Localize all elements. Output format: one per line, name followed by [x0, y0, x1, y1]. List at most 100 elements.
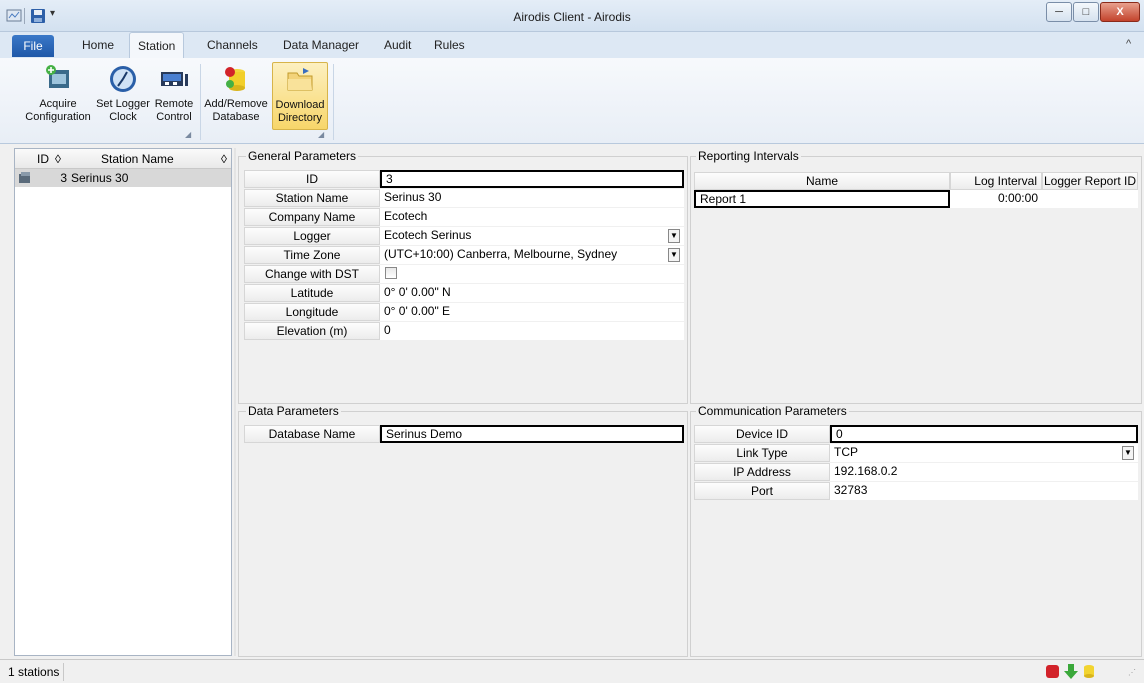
col-id-header[interactable]: ID	[37, 152, 49, 166]
field-label-link-type: Link Type	[694, 444, 830, 462]
time-zone-select[interactable]: (UTC+10:00) Canberra, Melbourne, Sydney	[380, 246, 684, 264]
folder-icon	[287, 68, 313, 91]
download-directory-button[interactable]: Download Directory	[272, 62, 328, 130]
remote-control-button[interactable]: Remote Control	[152, 62, 196, 130]
minimize-button[interactable]: ─	[1046, 2, 1072, 22]
field-label-time-zone: Time Zone	[244, 246, 380, 264]
remote-label-1: Remote	[154, 98, 194, 110]
acquire-label-2: Configuration	[25, 111, 91, 123]
tab-rules[interactable]: Rules	[426, 32, 473, 58]
id-input[interactable]: 3	[380, 170, 684, 188]
station-list: ID ◊ Station Name ◊ 3 Serinus 30	[14, 148, 232, 656]
port-input[interactable]: 32783	[830, 482, 1138, 500]
tab-file[interactable]: File	[12, 35, 54, 57]
latitude-input[interactable]: 0° 0' 0.00" N	[380, 284, 684, 302]
field-label-database-name: Database Name	[244, 425, 380, 443]
database-status-icon[interactable]	[1083, 664, 1095, 679]
status-bar: 1 stations ⋰	[0, 659, 1144, 683]
download-arrow-icon[interactable]	[1064, 664, 1078, 679]
station-id-cell: 3	[60, 171, 67, 185]
report-id-cell[interactable]	[1042, 190, 1138, 208]
remote-label-2: Control	[156, 111, 192, 123]
field-label-dst: Change with DST	[244, 265, 380, 283]
elevation-input[interactable]: 0	[380, 322, 684, 340]
device-id-input[interactable]: 0	[830, 425, 1138, 443]
splitter[interactable]	[234, 148, 236, 656]
col-logger-report-id-header[interactable]: Logger Report ID	[1042, 172, 1138, 190]
report-name-cell[interactable]: Report 1	[694, 190, 950, 208]
group-separator	[200, 64, 201, 140]
general-fields: ID 3 Station Name Serinus 30 Company Nam…	[244, 170, 684, 340]
database-name-input[interactable]: Serinus Demo	[380, 425, 684, 443]
download-label-2: Directory	[277, 112, 322, 124]
tab-data-manager[interactable]: Data Manager	[275, 32, 367, 58]
field-label-id: ID	[244, 170, 380, 188]
data-parameters-group	[238, 411, 688, 657]
station-count: 1 stations	[4, 663, 65, 681]
logger-select[interactable]: Ecotech Serinus	[380, 227, 684, 245]
set-logger-clock-button[interactable]: Set Logger Clock	[94, 62, 152, 130]
logger-dropdown-icon[interactable]: ▼	[668, 229, 680, 243]
field-label-longitude: Longitude	[244, 303, 380, 321]
table-row[interactable]: 3 Serinus 30	[15, 169, 231, 187]
clock-icon	[110, 66, 136, 92]
setclock-label-2: Clock	[109, 111, 137, 123]
comm-fields: Device ID 0 Link Type TCP ▼ IP Address 1…	[694, 425, 1138, 505]
dst-cell	[380, 265, 684, 283]
reporting-intervals-title: Reporting Intervals	[696, 149, 801, 163]
ribbon-collapse-icon[interactable]: ^	[1126, 38, 1131, 50]
field-label-device-id: Device ID	[694, 425, 830, 443]
tab-audit[interactable]: Audit	[376, 32, 419, 58]
field-label-ip-address: IP Address	[694, 463, 830, 481]
add-remove-database-button[interactable]: Add/Remove Database	[203, 62, 269, 130]
field-label-port: Port	[694, 482, 830, 500]
sort-icon[interactable]: ◊	[55, 152, 61, 166]
station-list-header: ID ◊ Station Name ◊	[15, 149, 231, 169]
group-separator	[333, 64, 334, 140]
data-parameters-title: Data Parameters	[246, 404, 341, 418]
group-launcher-icon[interactable]: ◢	[318, 130, 324, 139]
acquire-configuration-button[interactable]: Acquire Configuration	[22, 62, 94, 130]
station-icon	[19, 172, 30, 183]
communication-parameters-title: Communication Parameters	[696, 404, 849, 418]
database-icon	[225, 67, 245, 91]
tab-home[interactable]: Home	[74, 32, 122, 58]
tab-channels[interactable]: Channels	[199, 32, 266, 58]
window-title: Airodis Client - Airodis	[513, 10, 631, 24]
dst-checkbox[interactable]	[385, 267, 397, 279]
addremove-label-1: Add/Remove	[204, 98, 268, 110]
stop-icon[interactable]	[1046, 665, 1059, 678]
field-label-station-name: Station Name	[244, 189, 380, 207]
sort-icon[interactable]: ◊	[221, 152, 227, 166]
addremove-label-2: Database	[212, 111, 260, 123]
field-label-latitude: Latitude	[244, 284, 380, 302]
col-station-name-header[interactable]: Station Name	[101, 152, 174, 166]
reporting-table: Name Log Interval Logger Report ID Repor…	[694, 170, 1138, 402]
company-name-input[interactable]: Ecotech	[380, 208, 684, 226]
tab-station[interactable]: Station	[129, 32, 185, 59]
time-zone-dropdown-icon[interactable]: ▼	[668, 248, 680, 262]
field-label-company-name: Company Name	[244, 208, 380, 226]
close-button[interactable]: X	[1100, 2, 1140, 22]
ribbon-tabs: File Home Station Channels Data Manager …	[0, 32, 1144, 59]
acquire-label-1: Acquire	[39, 98, 77, 110]
link-type-dropdown-icon[interactable]: ▼	[1122, 446, 1134, 460]
remote-control-icon	[161, 72, 188, 86]
maximize-button[interactable]: □	[1073, 2, 1099, 22]
acquire-configuration-icon	[46, 65, 69, 88]
ribbon: Acquire Configuration Set Logger Clock R…	[0, 58, 1144, 144]
group-launcher-icon[interactable]: ◢	[185, 130, 191, 139]
col-name-header[interactable]: Name	[694, 172, 950, 190]
ip-address-input[interactable]: 192.168.0.2	[830, 463, 1138, 481]
field-label-elevation: Elevation (m)	[244, 322, 380, 340]
general-parameters-title: General Parameters	[246, 149, 359, 163]
setclock-label-1: Set Logger	[96, 98, 150, 110]
link-type-select[interactable]: TCP	[830, 444, 1138, 462]
report-interval-cell[interactable]: 0:00:00	[950, 190, 1042, 208]
download-label-1: Download	[275, 99, 325, 111]
station-name-input[interactable]: Serinus 30	[380, 189, 684, 207]
col-log-interval-header[interactable]: Log Interval	[950, 172, 1042, 190]
title-bar: ▾ Airodis Client - Airodis ─ □ X	[0, 0, 1144, 32]
resize-grip-icon[interactable]: ⋰	[1128, 668, 1136, 677]
longitude-input[interactable]: 0° 0' 0.00" E	[380, 303, 684, 321]
